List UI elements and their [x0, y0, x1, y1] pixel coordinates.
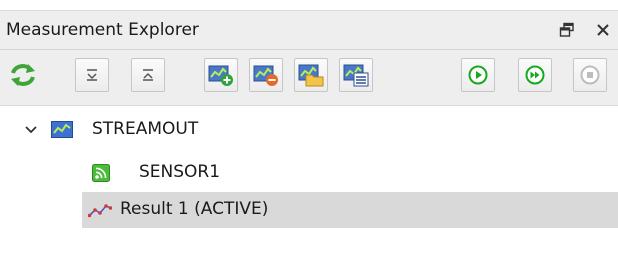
open-measurement-button[interactable]	[294, 58, 328, 92]
expand-up-icon	[143, 69, 153, 81]
tree-item-sensor1[interactable]: SENSOR1	[82, 155, 618, 191]
chevron-down-icon[interactable]	[24, 122, 38, 141]
result-icon	[87, 202, 113, 222]
measurement-icon	[51, 121, 73, 142]
panel-titlebar: Measurement Explorer	[0, 11, 618, 50]
float-window-button[interactable]	[558, 21, 576, 39]
remove-measurement-button[interactable]	[249, 58, 283, 92]
fast-forward-icon	[525, 65, 545, 85]
fast-forward-button[interactable]	[518, 58, 552, 92]
measurement-explorer-panel: Measurement Explorer STREAMOUT SENSOR1 R…	[0, 0, 618, 269]
tree-item-result-1[interactable]: Result 1 (ACTIVE)	[82, 192, 618, 228]
add-measurement-button[interactable]	[204, 58, 238, 92]
remove-measurement-icon	[253, 65, 278, 86]
top-separator	[0, 0, 618, 11]
toolbar	[0, 50, 618, 106]
measurement-tree: STREAMOUT SENSOR1 Result 1 (ACTIVE)	[0, 106, 618, 269]
float-window-icon	[559, 22, 574, 37]
close-panel-button[interactable]	[594, 21, 612, 39]
refresh-button[interactable]	[6, 58, 40, 92]
expand-button[interactable]	[131, 58, 165, 92]
play-button[interactable]	[461, 58, 495, 92]
close-icon	[597, 24, 609, 36]
measurement-properties-icon	[343, 64, 369, 87]
stop-button[interactable]	[573, 58, 607, 92]
collapse-button[interactable]	[75, 58, 109, 92]
add-measurement-icon	[208, 65, 233, 86]
sensor-icon	[92, 164, 110, 186]
tree-item-label: Result 1 (ACTIVE)	[120, 199, 269, 219]
tree-item-label: SENSOR1	[139, 162, 221, 182]
play-icon	[468, 65, 488, 85]
open-measurement-icon	[298, 64, 324, 87]
tree-item-label: STREAMOUT	[92, 119, 199, 139]
stop-icon	[580, 65, 600, 85]
refresh-icon	[11, 64, 35, 86]
collapse-down-icon	[87, 69, 97, 81]
measurement-properties-button[interactable]	[339, 58, 373, 92]
tree-item-streamout[interactable]: STREAMOUT	[0, 112, 618, 148]
panel-title: Measurement Explorer	[6, 20, 199, 40]
